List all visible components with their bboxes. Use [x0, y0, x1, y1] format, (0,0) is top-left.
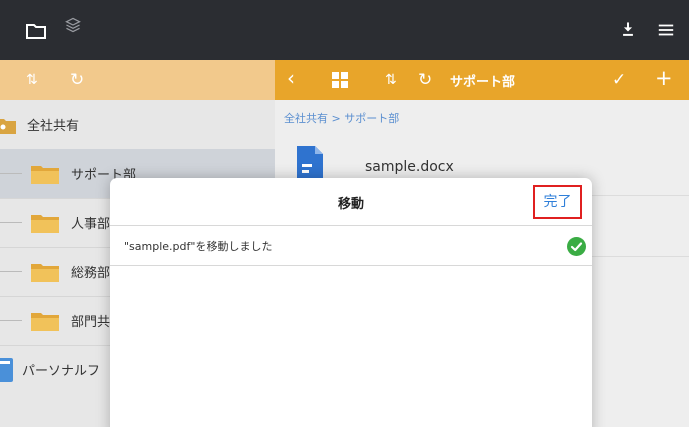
sort-icon[interactable]: ⇅: [385, 69, 397, 91]
sidebar-item-label: 全社共有: [27, 119, 80, 134]
layers-icon[interactable]: [62, 16, 84, 34]
success-check-icon: [567, 237, 586, 256]
app-top-bar: [0, 0, 689, 60]
result-row: "sample.pdf"を移動しました: [110, 226, 592, 266]
folder-icon[interactable]: [25, 22, 47, 40]
tree-connector: [0, 320, 22, 321]
refresh-icon[interactable]: ↻: [70, 69, 84, 91]
move-result-message: "sample.pdf"を移動しました: [124, 240, 273, 253]
sidebar-toolbar: ⇅ ↻: [0, 60, 275, 100]
sort-icon[interactable]: ⇅: [26, 69, 38, 91]
personal-folder-icon: [0, 358, 13, 382]
checkmark-icon[interactable]: ✓: [612, 69, 626, 91]
done-button[interactable]: 完了: [533, 185, 582, 219]
breadcrumb[interactable]: 全社共有 > サポート部: [284, 110, 399, 126]
folder-icon: [31, 166, 59, 184]
dialog-title: 移動: [337, 197, 364, 212]
download-icon[interactable]: [617, 20, 639, 38]
dialog-header: 移動 完了: [110, 178, 592, 226]
sidebar-item-company-shared[interactable]: 全社共有: [0, 100, 275, 150]
sidebar-item-label: 部門共: [71, 315, 111, 330]
tree-connector: [0, 271, 22, 272]
toolbar: ⇅ ↻ ‹ ⇅ ↻ ✓ + サポート部: [0, 60, 689, 100]
plus-icon[interactable]: +: [655, 67, 673, 89]
folder-icon: [31, 215, 59, 233]
move-dialog: 移動 完了 "sample.pdf"を移動しました: [110, 178, 592, 427]
sidebar-item-label: 人事部: [71, 217, 111, 232]
refresh-icon[interactable]: ↻: [418, 69, 432, 91]
folder-icon: [31, 313, 59, 331]
group-folder-icon: [0, 119, 16, 134]
back-chevron-icon[interactable]: ‹: [287, 67, 295, 89]
folder-title: サポート部: [450, 75, 516, 90]
docx-file-icon: [297, 146, 323, 180]
file-name: sample.docx: [365, 159, 454, 175]
tree-connector: [0, 222, 22, 223]
grid-view-icon[interactable]: [332, 72, 348, 88]
tree-connector: [0, 173, 22, 174]
sidebar-item-label: 総務部: [71, 266, 111, 281]
folder-icon: [31, 264, 59, 282]
sidebar-item-label: パーソナルフ: [22, 364, 101, 379]
menu-icon[interactable]: [655, 21, 677, 39]
